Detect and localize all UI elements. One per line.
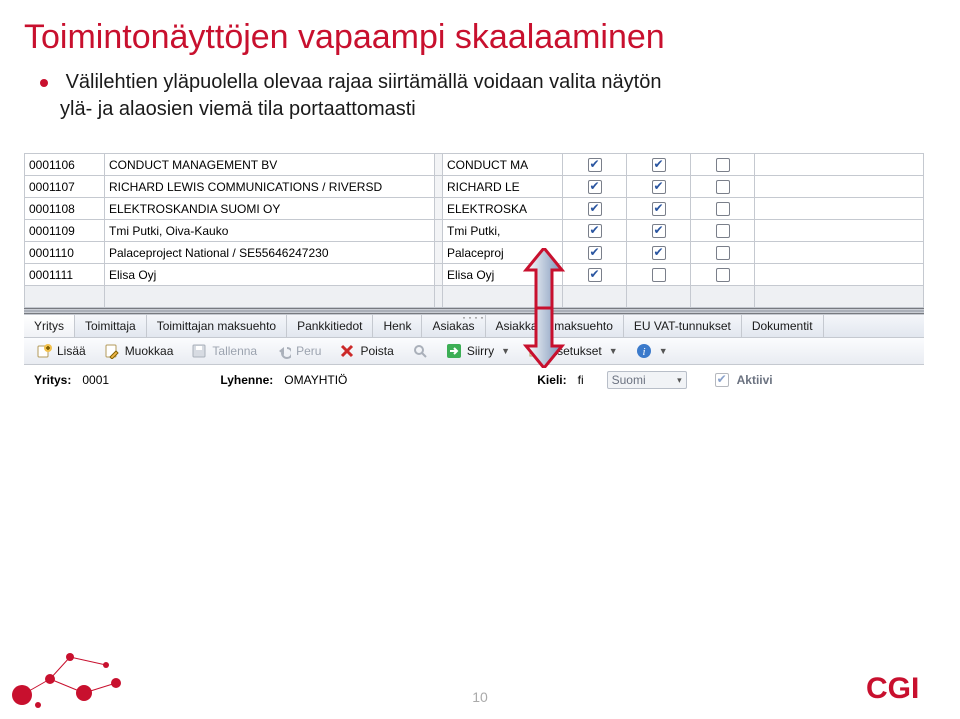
add-button[interactable]: Lisää bbox=[28, 341, 94, 361]
checkbox-col-1[interactable] bbox=[588, 158, 602, 172]
table-row[interactable]: 0001109 Tmi Putki, Oiva-Kauko Tmi Putki, bbox=[25, 220, 924, 242]
goto-icon bbox=[446, 343, 462, 359]
yritys-label: Yritys: bbox=[34, 373, 71, 387]
cell-code: 0001110 bbox=[29, 246, 74, 260]
cell-name: Palaceproject National / SE55646247230 bbox=[109, 246, 329, 260]
decorative-network-icon bbox=[8, 643, 158, 713]
undo-button: Peru bbox=[267, 341, 329, 361]
checkbox-col-3[interactable] bbox=[716, 224, 730, 238]
tab-eu-vat[interactable]: EU VAT-tunnukset bbox=[624, 315, 742, 337]
info-button[interactable]: i ▼ bbox=[628, 341, 676, 361]
yritys-value[interactable]: 0001 bbox=[79, 371, 134, 389]
bullet-line-1: Välilehtien yläpuolella olevaa rajaa sii… bbox=[66, 71, 662, 93]
cell-abbr: ELEKTROSKA bbox=[447, 202, 527, 216]
checkbox-col-2[interactable] bbox=[652, 202, 666, 216]
lyhenne-value[interactable]: OMAYHTIÖ bbox=[281, 371, 391, 389]
chevron-down-icon: ▾ bbox=[677, 375, 682, 386]
slide-title: Toimintonäyttöjen vapaampi skaalaaminen bbox=[24, 18, 960, 57]
bullet-dot bbox=[40, 79, 48, 87]
table-row[interactable]: 0001107 RICHARD LEWIS COMMUNICATIONS / R… bbox=[25, 176, 924, 198]
goto-button[interactable]: Siirry ▼ bbox=[438, 341, 518, 361]
table-row[interactable]: 0001111 Elisa Oyj Elisa Oyj bbox=[25, 264, 924, 286]
search-icon bbox=[412, 343, 428, 359]
bullet-line-2: ylä- ja alaosien viemä tila portaattomas… bbox=[60, 98, 416, 120]
cgi-logo: CGI bbox=[866, 672, 934, 711]
bullet-list: Välilehtien yläpuolella olevaa rajaa sii… bbox=[40, 69, 960, 123]
table-row-empty bbox=[25, 286, 924, 308]
cell-code: 0001111 bbox=[29, 268, 73, 282]
edit-button[interactable]: Muokkaa bbox=[96, 341, 182, 361]
cell-code: 0001106 bbox=[29, 158, 75, 172]
checkbox-col-3[interactable] bbox=[716, 268, 730, 282]
tab-asiakkaan-maksuehto[interactable]: Asiakkaan maksuehto bbox=[486, 315, 624, 337]
checkbox-col-2[interactable] bbox=[652, 224, 666, 238]
cell-abbr: CONDUCT MA bbox=[447, 158, 528, 172]
edit-icon bbox=[104, 343, 120, 359]
tab-toimittaja[interactable]: Toimittaja bbox=[75, 315, 147, 337]
chevron-down-icon: ▼ bbox=[659, 346, 668, 356]
cell-abbr: Elisa Oyj bbox=[447, 268, 494, 282]
save-button: Tallenna bbox=[183, 341, 265, 361]
table-row[interactable]: 0001108 ELEKTROSKANDIA SUOMI OY ELEKTROS… bbox=[25, 198, 924, 220]
svg-text:CGI: CGI bbox=[866, 672, 919, 705]
checkbox-col-1[interactable] bbox=[588, 224, 602, 238]
detail-form-row: Yritys: 0001 Lyhenne: OMAYHTIÖ Kieli: fi… bbox=[24, 365, 924, 395]
checkbox-col-2[interactable] bbox=[652, 158, 666, 172]
add-icon bbox=[36, 343, 52, 359]
chevron-down-icon: ▼ bbox=[609, 346, 618, 356]
cell-code: 0001108 bbox=[29, 202, 75, 216]
delete-button[interactable]: Poista bbox=[331, 341, 401, 361]
cell-name: Tmi Putki, Oiva-Kauko bbox=[109, 224, 228, 238]
tab-yritys[interactable]: Yritys bbox=[24, 315, 75, 337]
tab-toimittajan-maksuehto[interactable]: Toimittajan maksuehto bbox=[147, 315, 287, 337]
checkbox-col-1[interactable] bbox=[588, 268, 602, 282]
cell-name: CONDUCT MANAGEMENT BV bbox=[109, 158, 277, 172]
undo-icon bbox=[275, 343, 291, 359]
table-row[interactable]: 0001106 CONDUCT MANAGEMENT BV CONDUCT MA bbox=[25, 154, 924, 176]
cell-abbr: Palaceproj bbox=[447, 246, 504, 260]
save-icon bbox=[191, 343, 207, 359]
tab-dokumentit[interactable]: Dokumentit bbox=[742, 315, 824, 337]
cell-abbr: Tmi Putki, bbox=[447, 224, 500, 238]
toolbar: Lisää Muokkaa Tallenna Peru Poista bbox=[24, 338, 924, 365]
tab-pankkitiedot[interactable]: Pankkitiedot bbox=[287, 315, 373, 337]
tab-henk[interactable]: Henk bbox=[373, 315, 422, 337]
checkbox-col-2[interactable] bbox=[652, 180, 666, 194]
kieli-label: Kieli: bbox=[537, 373, 566, 387]
app-frame: 0001106 CONDUCT MANAGEMENT BV CONDUCT MA… bbox=[24, 153, 924, 395]
checkbox-col-1[interactable] bbox=[588, 202, 602, 216]
cell-code: 0001107 bbox=[29, 180, 75, 194]
checkbox-col-3[interactable] bbox=[716, 246, 730, 260]
drag-handle-icon: ···· bbox=[462, 310, 486, 324]
checkbox-col-1[interactable] bbox=[588, 246, 602, 260]
checkbox-col-2[interactable] bbox=[652, 268, 666, 282]
checkbox-col-3[interactable] bbox=[716, 202, 730, 216]
table-row[interactable]: 0001110 Palaceproject National / SE55646… bbox=[25, 242, 924, 264]
kieli-code: fi bbox=[575, 371, 599, 389]
aktiivi-checkbox[interactable] bbox=[715, 373, 729, 387]
cell-name: Elisa Oyj bbox=[109, 268, 156, 282]
svg-text:i: i bbox=[642, 346, 645, 358]
page-number: 10 bbox=[472, 689, 488, 705]
settings-button[interactable]: Asetukset ▼ bbox=[520, 341, 626, 361]
kieli-dropdown[interactable]: Suomi ▾ bbox=[607, 371, 687, 389]
aktiivi-label: Aktiivi bbox=[737, 373, 773, 387]
checkbox-col-2[interactable] bbox=[652, 246, 666, 260]
delete-icon bbox=[339, 343, 355, 359]
data-grid[interactable]: 0001106 CONDUCT MANAGEMENT BV CONDUCT MA… bbox=[24, 153, 924, 308]
checkbox-col-1[interactable] bbox=[588, 180, 602, 194]
lyhenne-label: Lyhenne: bbox=[220, 373, 273, 387]
cell-abbr: RICHARD LE bbox=[447, 180, 520, 194]
settings-icon bbox=[528, 343, 544, 359]
cell-name: ELEKTROSKANDIA SUOMI OY bbox=[109, 202, 280, 216]
checkbox-col-3[interactable] bbox=[716, 158, 730, 172]
checkbox-col-3[interactable] bbox=[716, 180, 730, 194]
info-icon: i bbox=[636, 343, 652, 359]
search-button bbox=[404, 341, 436, 361]
cell-name: RICHARD LEWIS COMMUNICATIONS / RIVERSD bbox=[109, 180, 382, 194]
splitter-bar[interactable]: ···· bbox=[24, 308, 924, 314]
kieli-selected: Suomi bbox=[612, 373, 646, 387]
chevron-down-icon: ▼ bbox=[501, 346, 510, 356]
cell-code: 0001109 bbox=[29, 224, 75, 238]
